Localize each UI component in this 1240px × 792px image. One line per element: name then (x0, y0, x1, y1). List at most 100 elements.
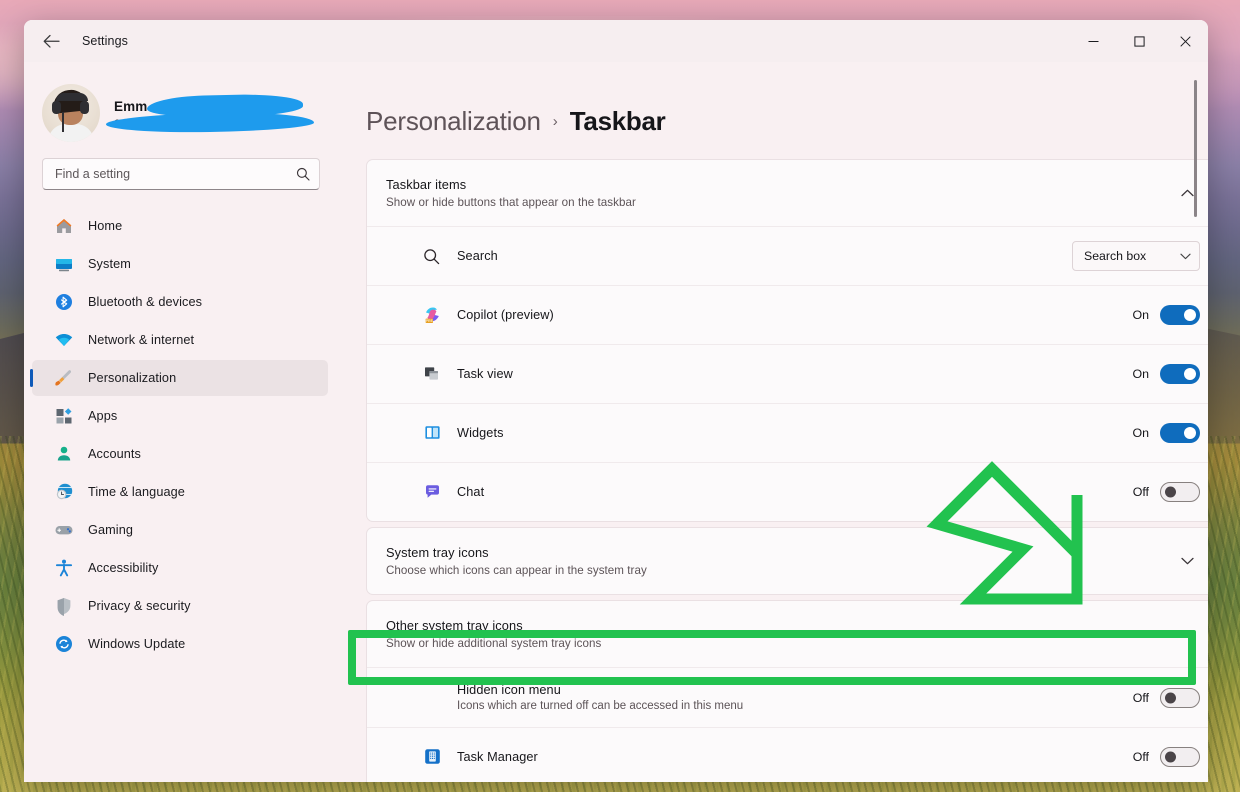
sidebar-item-label: Accessibility (88, 561, 158, 575)
sidebar-nav: Home System (24, 198, 328, 662)
search-box[interactable] (42, 158, 320, 190)
sidebar-item-windows-update[interactable]: Windows Update (32, 626, 328, 662)
row-hidden-icon-menu[interactable]: Hidden icon menu Icons which are turned … (367, 667, 1208, 727)
sidebar-item-label: Windows Update (88, 637, 185, 651)
search-icon[interactable] (296, 167, 310, 181)
sidebar-item-time-language[interactable]: Time & language (32, 474, 328, 510)
sidebar-item-accounts[interactable]: Accounts (32, 436, 328, 472)
bluetooth-icon (54, 292, 74, 312)
row-label: Task view (457, 367, 1132, 381)
sidebar-item-label: Gaming (88, 523, 133, 537)
search-icon (423, 246, 443, 266)
person-icon (54, 444, 74, 464)
sidebar-item-label: System (88, 257, 131, 271)
sidebar-item-accessibility[interactable]: Accessibility (32, 550, 328, 586)
paintbrush-icon (54, 368, 74, 388)
back-arrow-icon[interactable] (34, 26, 68, 56)
row-task-view[interactable]: Task view On (367, 344, 1208, 403)
chevron-right-icon: › (553, 113, 558, 130)
row-search[interactable]: Search Search box (367, 226, 1208, 285)
sidebar-item-apps[interactable]: Apps (32, 398, 328, 434)
card-other-system-tray-icons: Other system tray icons Show or hide add… (366, 600, 1208, 782)
sidebar-item-personalization[interactable]: Personalization (32, 360, 328, 396)
sidebar-item-gaming[interactable]: Gaming (32, 512, 328, 548)
widgets-icon (423, 423, 443, 443)
chat-icon (423, 482, 443, 502)
card-subtitle: Choose which icons can appear in the sys… (386, 564, 1173, 577)
card-header-other-system-tray-icons[interactable]: Other system tray icons Show or hide add… (367, 601, 1208, 667)
row-label: Task Manager (457, 750, 1133, 764)
page-title: Taskbar (570, 106, 666, 137)
settings-window: Settings (24, 20, 1208, 782)
row-subtitle: Icons which are turned off can be access… (457, 700, 1133, 712)
card-header-taskbar-items[interactable]: Taskbar items Show or hide buttons that … (367, 160, 1208, 226)
title-bar: Settings (24, 20, 1208, 62)
window-title: Settings (82, 34, 128, 48)
search-field-wrapper (24, 148, 328, 198)
copilot-icon: PRE (423, 305, 443, 325)
sidebar: Emm emm (24, 62, 340, 782)
row-label: Chat (457, 485, 1133, 499)
maximize-button[interactable] (1116, 20, 1162, 62)
accessibility-icon (54, 558, 74, 578)
toggle-state-label: Off (1133, 691, 1149, 705)
shield-icon (54, 596, 74, 616)
breadcrumb-parent[interactable]: Personalization (366, 106, 541, 137)
search-input[interactable] (55, 167, 296, 181)
gamepad-icon (54, 520, 74, 540)
placeholder-icon (423, 688, 443, 708)
row-label: Search (457, 249, 1072, 263)
sidebar-item-network-internet[interactable]: Network & internet (32, 322, 328, 358)
task-manager-icon (423, 747, 443, 767)
row-label: Widgets (457, 426, 1132, 440)
apps-icon (54, 406, 74, 426)
card-taskbar-items: Taskbar items Show or hide buttons that … (366, 159, 1208, 522)
sidebar-item-label: Privacy & security (88, 599, 191, 613)
settings-cards: Taskbar items Show or hide buttons that … (366, 159, 1208, 782)
row-label: Hidden icon menu (457, 683, 1133, 697)
card-subtitle: Show or hide additional system tray icon… (386, 637, 1173, 650)
update-refresh-icon (54, 634, 74, 654)
scrollbar-thumb[interactable] (1194, 80, 1197, 217)
card-title: System tray icons (386, 545, 1173, 560)
sidebar-item-label: Accounts (88, 447, 141, 461)
close-button[interactable] (1162, 20, 1208, 62)
svg-text:PRE: PRE (426, 319, 434, 323)
sidebar-item-label: Network & internet (88, 333, 194, 347)
row-widgets[interactable]: Widgets On (367, 403, 1208, 462)
minimize-button[interactable] (1070, 20, 1116, 62)
account-block[interactable]: Emm emm (24, 62, 328, 148)
row-chat[interactable]: Chat Off (367, 462, 1208, 521)
home-icon (54, 216, 74, 236)
search-mode-dropdown[interactable]: Search box (1072, 241, 1200, 271)
row-task-manager[interactable]: Task Manager Off (367, 727, 1208, 782)
avatar (42, 84, 100, 142)
sidebar-item-system[interactable]: System (32, 246, 328, 282)
row-label: Copilot (preview) (457, 308, 1132, 322)
toggle-state-label: Off (1133, 485, 1149, 499)
sidebar-item-privacy-security[interactable]: Privacy & security (32, 588, 328, 624)
sidebar-item-label: Time & language (88, 485, 185, 499)
card-title: Other system tray icons (386, 618, 1173, 633)
task-view-icon (423, 364, 443, 384)
window-body: Emm emm (24, 62, 1208, 782)
window-controls (1070, 20, 1208, 62)
toggle-state-label: Off (1133, 750, 1149, 764)
toggle-state-label: On (1132, 426, 1149, 440)
sidebar-item-label: Home (88, 219, 122, 233)
toggle-state-label: On (1132, 308, 1149, 322)
card-header-system-tray-icons[interactable]: System tray icons Choose which icons can… (367, 528, 1208, 594)
card-subtitle: Show or hide buttons that appear on the … (386, 196, 1173, 209)
card-title: Taskbar items (386, 177, 1173, 192)
dropdown-value: Search box (1084, 249, 1146, 263)
account-text: Emm emm (114, 97, 314, 129)
row-copilot[interactable]: PRE Copilot (preview) On (367, 285, 1208, 344)
redaction-mark-email (106, 111, 314, 134)
toggle-state-label: On (1132, 367, 1149, 381)
sidebar-item-label: Bluetooth & devices (88, 295, 202, 309)
content-scrollbar[interactable] (1189, 62, 1203, 782)
sidebar-item-label: Apps (88, 409, 117, 423)
sidebar-item-label: Personalization (88, 371, 176, 385)
sidebar-item-home[interactable]: Home (32, 208, 328, 244)
sidebar-item-bluetooth-devices[interactable]: Bluetooth & devices (32, 284, 328, 320)
